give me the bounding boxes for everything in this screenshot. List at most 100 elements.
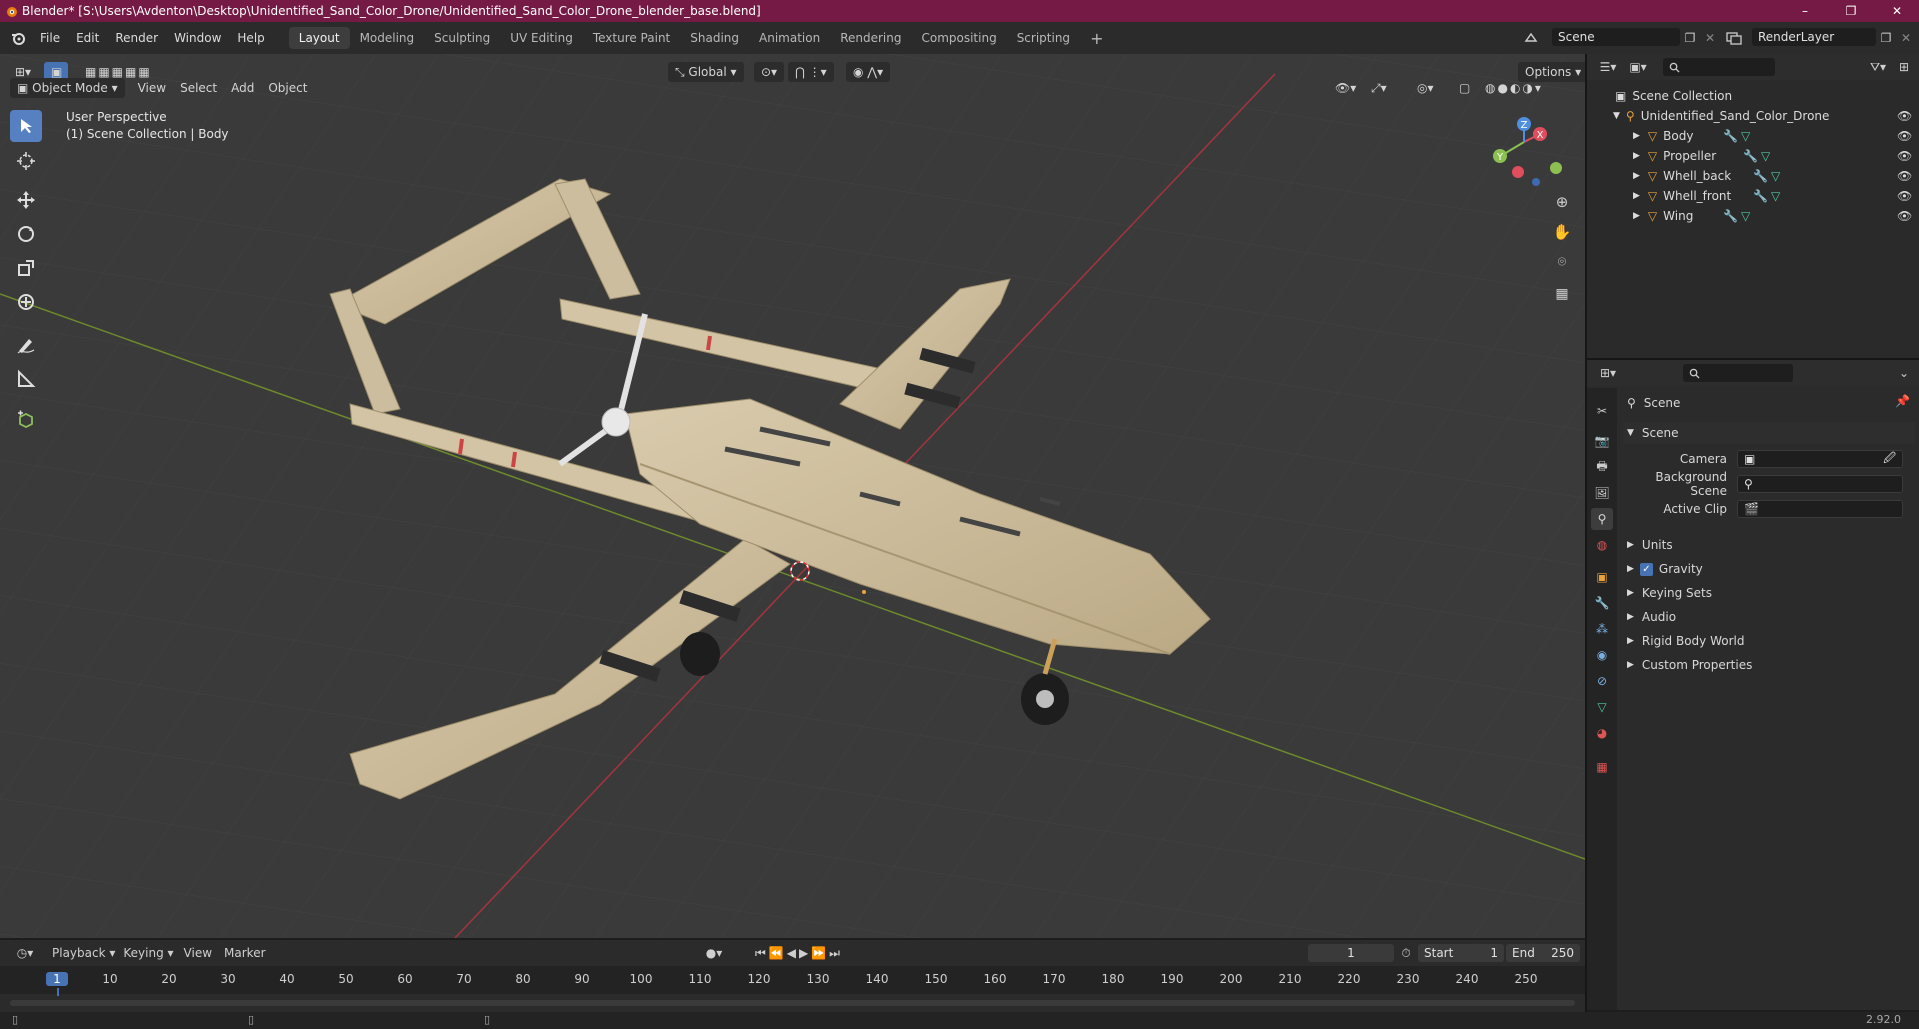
view-layer-tab-icon[interactable]: 🖼: [1591, 482, 1613, 504]
eye-icon[interactable]: 👁: [1897, 129, 1912, 143]
menu-file[interactable]: File: [32, 22, 68, 54]
scale-tool[interactable]: [10, 252, 42, 284]
playhead-line[interactable]: [57, 988, 59, 996]
rotate-tool[interactable]: [10, 218, 42, 250]
tab-shading[interactable]: Shading: [680, 27, 749, 49]
menu-render[interactable]: Render: [107, 22, 166, 54]
eyedropper-icon[interactable]: 🖉: [1883, 449, 1896, 470]
outliner-row-wing[interactable]: ▶ ▽ Wing 🔧 ▽ 👁: [1587, 206, 1919, 226]
delete-render-layer-icon[interactable]: ✕: [1896, 28, 1916, 48]
timeline-menu-playback[interactable]: Playback ▾: [48, 943, 119, 963]
output-tab-icon[interactable]: 🖶: [1591, 456, 1613, 478]
viewport-canvas[interactable]: [0, 54, 1585, 938]
timeline-editor-icon[interactable]: ◷▾: [10, 943, 40, 963]
tab-layout[interactable]: Layout: [288, 27, 350, 49]
eye-icon[interactable]: 👁: [1897, 189, 1912, 203]
outliner-search-input[interactable]: [1663, 58, 1775, 76]
outliner-row-collection[interactable]: ▼ ⚲ Unidentified_Sand_Color_Drone 👁: [1587, 106, 1919, 126]
annotate-tool[interactable]: [10, 329, 42, 361]
eye-icon[interactable]: 👁: [1897, 109, 1912, 123]
panel-gravity[interactable]: ▶ ✓ Gravity: [1623, 558, 1915, 580]
modifier-tab-icon[interactable]: 🔧: [1591, 592, 1613, 614]
viewport-menu-select[interactable]: Select: [173, 78, 224, 98]
render-layer-field[interactable]: RenderLayer: [1752, 28, 1876, 46]
expand-arrow-icon[interactable]: ▶: [1633, 171, 1640, 181]
filter-icon[interactable]: ⛛▾: [1863, 57, 1893, 77]
chevron-down-icon[interactable]: ⌄: [1893, 363, 1915, 383]
transform-tool[interactable]: [10, 286, 42, 318]
record-button-icon[interactable]: ●▾: [700, 943, 728, 963]
timeline-menu-marker[interactable]: Marker: [218, 943, 271, 963]
eye-icon[interactable]: 👁: [1897, 169, 1912, 183]
constraints-tab-icon[interactable]: ⊘: [1591, 670, 1613, 692]
object-mode-dropdown[interactable]: ▣ Object Mode ▾: [10, 78, 125, 98]
material-tab-icon[interactable]: ◕: [1591, 722, 1613, 744]
navigation-gizmo[interactable]: Z X Y: [1482, 116, 1572, 186]
tab-texture-paint[interactable]: Texture Paint: [583, 27, 680, 49]
camera-field[interactable]: ▣ 🖉: [1737, 450, 1903, 468]
panel-audio[interactable]: ▶ Audio: [1623, 606, 1915, 628]
3d-viewport[interactable]: ⊞▾ ▣ ▦▦▦▦▦ ⤡ Global ▾ ⊙▾ ⋂ ⋮▾ ◉ ⋀▾ Optio…: [0, 54, 1585, 938]
current-frame-marker[interactable]: 1: [46, 972, 68, 986]
outliner-row-scene-collection[interactable]: ▣ Scene Collection: [1587, 86, 1919, 106]
expand-arrow-icon[interactable]: ▶: [1633, 151, 1640, 161]
outliner-row-whell-back[interactable]: ▶ ▽ Whell_back 🔧 ▽ 👁: [1587, 166, 1919, 186]
tab-animation[interactable]: Animation: [749, 27, 830, 49]
scene-name-field[interactable]: Scene: [1552, 28, 1680, 46]
texture-tab-icon[interactable]: ▦: [1591, 756, 1613, 778]
particles-tab-icon[interactable]: ⁂: [1591, 618, 1613, 640]
visibility-icon[interactable]: 👁▾: [1328, 78, 1363, 98]
tab-modeling[interactable]: Modeling: [350, 27, 425, 49]
outliner-row-body[interactable]: ▶ ▽ Body 🔧 ▽ 👁: [1587, 126, 1919, 146]
maximize-button[interactable]: ❐: [1828, 0, 1874, 22]
tab-uv-editing[interactable]: UV Editing: [500, 27, 583, 49]
viewport-menu-view[interactable]: View: [131, 78, 173, 98]
viewport-menu-object[interactable]: Object: [261, 78, 314, 98]
frame-ruler[interactable]: 1 10 20 30 40 50 60 70 80 90 100 110 120 130 140 150 160…: [0, 966, 1585, 996]
start-frame-field[interactable]: Start 1: [1418, 944, 1504, 962]
display-mode-icon[interactable]: ▣▾: [1623, 57, 1653, 77]
data-tab-icon[interactable]: ▽: [1591, 696, 1613, 718]
menu-edit[interactable]: Edit: [68, 22, 107, 54]
close-button[interactable]: ✕: [1874, 0, 1919, 22]
expand-arrow-icon[interactable]: ▶: [1633, 211, 1640, 221]
world-tab-icon[interactable]: ◍: [1591, 534, 1613, 556]
scene-browse-icon[interactable]: [1524, 28, 1542, 48]
zoom-icon[interactable]: ⊕: [1550, 190, 1574, 214]
timeline-menu-keying[interactable]: Keying ▾: [119, 943, 177, 963]
xray-icon[interactable]: ▢: [1452, 78, 1477, 98]
delete-scene-icon[interactable]: ✕: [1700, 28, 1720, 48]
viewport-menu-add[interactable]: Add: [224, 78, 261, 98]
move-tool[interactable]: [10, 184, 42, 216]
select-box-tool[interactable]: [10, 110, 42, 142]
playback-controls[interactable]: ⏮⏪◀▶⏩⏭: [744, 943, 854, 963]
menu-window[interactable]: Window: [166, 22, 229, 54]
expand-arrow-icon[interactable]: ▶: [1633, 131, 1640, 141]
properties-search-input[interactable]: [1683, 364, 1793, 382]
active-clip-field[interactable]: 🎬: [1737, 500, 1903, 518]
ortho-grid-icon[interactable]: ▦: [1550, 282, 1574, 306]
outliner-row-whell-front[interactable]: ▶ ▽ Whell_front 🔧 ▽ 👁: [1587, 186, 1919, 206]
add-cube-tool[interactable]: [10, 404, 42, 436]
scene-tab-icon[interactable]: ⚲: [1591, 508, 1613, 530]
current-frame-field[interactable]: 1: [1308, 944, 1394, 962]
tab-sculpting[interactable]: Sculpting: [424, 27, 500, 49]
measure-tool[interactable]: [10, 363, 42, 395]
add-workspace-button[interactable]: +: [1080, 27, 1113, 49]
outliner-editor-icon[interactable]: ☰▾: [1593, 57, 1623, 77]
timeline-scrollbar[interactable]: [10, 1000, 1575, 1006]
tab-scripting[interactable]: Scripting: [1007, 27, 1080, 49]
eye-icon[interactable]: 👁: [1897, 209, 1912, 223]
outliner-row-propeller[interactable]: ▶ ▽ Propeller 🔧 ▽ 👁: [1587, 146, 1919, 166]
tab-compositing[interactable]: Compositing: [911, 27, 1006, 49]
pan-hand-icon[interactable]: ✋: [1550, 220, 1574, 244]
blender-menu-icon[interactable]: [10, 30, 26, 46]
scene-section-header[interactable]: ▼ Scene: [1623, 422, 1915, 444]
tab-rendering[interactable]: Rendering: [830, 27, 911, 49]
render-tab-icon[interactable]: 📷: [1591, 430, 1613, 452]
overlay-toggle-icon[interactable]: ◎▾: [1410, 78, 1441, 98]
expand-arrow-icon[interactable]: ▶: [1633, 191, 1640, 201]
cursor-tool[interactable]: [10, 145, 42, 177]
collapse-arrow-icon[interactable]: ▼: [1613, 111, 1620, 121]
properties-editor-icon[interactable]: ⊞▾: [1593, 363, 1623, 383]
